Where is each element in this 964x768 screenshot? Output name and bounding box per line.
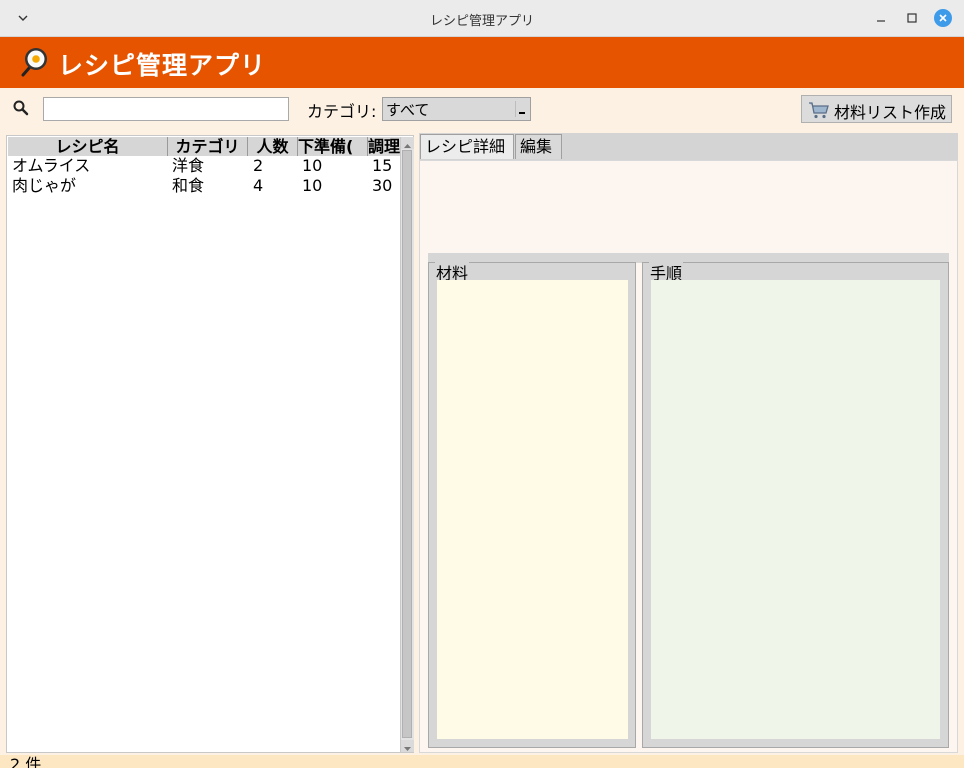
app-title: レシピ管理アプリ <box>58 51 267 80</box>
maximize-icon[interactable] <box>903 9 921 27</box>
toolbar: カテゴリ: すべて 材料リスト作成 <box>0 88 964 130</box>
category-label: カテゴリ: <box>307 102 377 121</box>
cell-cook-time: 15 <box>372 156 393 175</box>
table-row[interactable]: オムライス 洋食 2 10 15 <box>8 156 400 176</box>
search-input[interactable] <box>43 97 289 121</box>
column-header-category[interactable]: カテゴリ <box>168 137 248 156</box>
table-scrollbar[interactable] <box>400 137 414 752</box>
minimize-icon[interactable] <box>872 9 890 27</box>
cell-prep-time: 10 <box>302 176 323 195</box>
column-header-name[interactable]: レシピ名 <box>8 137 168 156</box>
category-select[interactable]: すべて <box>382 97 531 121</box>
shopping-cart-icon <box>809 102 829 119</box>
scroll-down-icon[interactable] <box>401 740 414 752</box>
status-bar: 2 件 <box>0 755 964 768</box>
recipe-table: レシピ名 カテゴリ 人数 下準備( 調理 オムライス 洋食 2 10 15 肉じ… <box>6 135 414 753</box>
frying-pan-egg-icon <box>21 48 47 77</box>
cell-name: 肉じゃが <box>12 176 77 195</box>
steps-group: 手順 <box>642 260 949 748</box>
steps-textbox[interactable] <box>651 280 940 739</box>
table-row[interactable]: 肉じゃが 和食 4 10 30 <box>8 176 400 196</box>
cell-category: 和食 <box>172 176 205 195</box>
dropdown-arrow-icon[interactable] <box>515 101 528 117</box>
create-ingredient-list-label: 材料リスト作成 <box>834 103 947 122</box>
cell-name: オムライス <box>12 156 91 175</box>
scroll-thumb[interactable] <box>402 150 412 738</box>
scroll-up-icon[interactable] <box>401 137 414 149</box>
window-title: レシピ管理アプリ <box>429 14 534 29</box>
create-ingredient-list-button[interactable]: 材料リスト作成 <box>801 95 952 123</box>
window-titlebar: レシピ管理アプリ <box>0 0 964 37</box>
column-header-servings[interactable]: 人数 <box>248 137 298 156</box>
cell-prep-time: 10 <box>302 156 323 175</box>
cell-servings: 2 <box>253 156 264 175</box>
ingredients-textbox[interactable] <box>437 280 628 739</box>
ingredients-group: 材料 <box>428 260 636 748</box>
column-header-prep-time[interactable]: 下準備( <box>298 137 368 156</box>
column-header-cook-time[interactable]: 調理 <box>368 137 400 156</box>
close-icon[interactable] <box>934 9 952 27</box>
tab-recipe-detail[interactable]: レシピ詳細 <box>420 134 514 159</box>
cell-servings: 4 <box>253 176 264 195</box>
tab-edit[interactable]: 編集 <box>515 134 562 159</box>
category-selected-value: すべて <box>386 101 430 119</box>
app-header: レシピ管理アプリ <box>0 37 964 88</box>
detail-tabs: レシピ詳細 編集 <box>419 133 958 160</box>
search-icon <box>13 100 29 116</box>
table-header: レシピ名 カテゴリ 人数 下準備( 調理 <box>8 137 400 156</box>
cell-category: 洋食 <box>172 156 205 175</box>
status-count: 2 件 <box>10 755 42 768</box>
cell-cook-time: 30 <box>372 176 393 195</box>
